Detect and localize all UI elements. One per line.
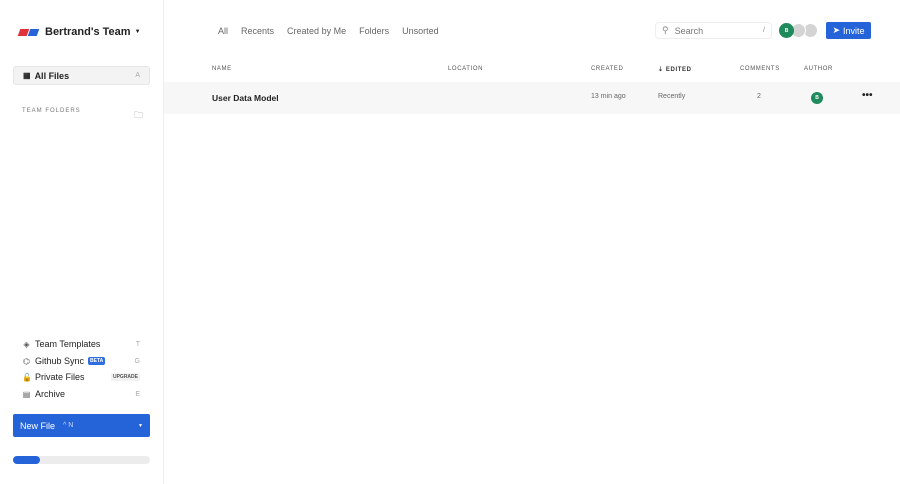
filter-tabs: All Recents Created by Me Folders Unsort… <box>218 26 439 36</box>
team-logo-icon <box>17 28 40 36</box>
shortcut-key: E <box>135 390 140 398</box>
author-avatar: B <box>811 92 823 104</box>
item-label: Team Templates <box>35 339 101 349</box>
search-shortcut: / <box>763 27 765 34</box>
table-row[interactable]: User Data Model 13 min ago Recently 2 B … <box>164 82 900 114</box>
shortcut-key: G <box>134 357 140 365</box>
search-input[interactable] <box>674 25 755 36</box>
column-header-location[interactable]: LOCATION <box>448 66 483 72</box>
file-name[interactable]: User Data Model <box>212 93 279 103</box>
grid-icon: ▦ <box>23 71 31 80</box>
search-icon: ⚲ <box>662 25 669 35</box>
invite-label: Invite <box>843 25 865 36</box>
chevron-down-icon[interactable]: ▼ <box>138 423 143 429</box>
sidebar-item-team-templates[interactable]: ◈ Team Templates T <box>22 339 140 349</box>
avatar[interactable]: B <box>779 23 794 38</box>
sidebar-item-archive[interactable]: ▤ Archive E <box>22 389 140 399</box>
tab-all[interactable]: All <box>218 26 228 36</box>
tab-unsorted[interactable]: Unsorted <box>402 26 439 36</box>
shortcut-key: ^ N <box>63 422 74 429</box>
layers-icon: ◈ <box>23 339 30 349</box>
team-folders-header: TEAM FOLDERS 🗀 <box>22 108 144 124</box>
new-file-label: New File <box>20 420 56 431</box>
shortcut-key: T <box>135 340 140 348</box>
edited-label: EDITED <box>665 67 692 73</box>
column-header-edited[interactable]: ⇣ EDITED <box>658 66 692 73</box>
chevron-down-icon: ▼ <box>134 29 141 35</box>
column-header-comments[interactable]: COMMENTS <box>740 66 780 72</box>
tab-recents[interactable]: Recents <box>241 26 274 36</box>
team-name: Bertrand's Team <box>45 26 131 38</box>
item-label: Github Sync <box>35 356 85 366</box>
usage-progress-fill <box>13 456 41 464</box>
file-created: 13 min ago <box>591 93 626 100</box>
more-options-icon[interactable]: ••• <box>862 90 873 101</box>
sort-icon: ⇣ <box>658 67 666 73</box>
sidebar-item-private-files[interactable]: 🔓 Private Files UPGRADE <box>22 372 140 382</box>
sidebar-item-all-files[interactable]: ▦ All Files A <box>13 66 150 85</box>
column-header-author[interactable]: AUTHOR <box>804 66 833 72</box>
upgrade-badge[interactable]: UPGRADE <box>110 373 140 381</box>
item-label: Private Files <box>35 372 85 382</box>
github-icon: ⌬ <box>23 356 30 366</box>
sidebar-item-github-sync[interactable]: ⌬ Github Sync BETA G <box>22 356 140 366</box>
archive-icon: ▤ <box>22 389 31 399</box>
add-folder-icon[interactable]: 🗀 <box>134 108 144 124</box>
column-header-created[interactable]: CREATED <box>591 66 623 72</box>
tab-folders[interactable]: Folders <box>359 26 389 36</box>
item-label: Archive <box>35 389 66 399</box>
file-comments: 2 <box>757 93 761 100</box>
column-header-name[interactable]: NAME <box>212 66 232 72</box>
team-folders-label: TEAM FOLDERS <box>22 108 81 114</box>
lock-icon: 🔓 <box>22 372 32 382</box>
send-icon: ➤ <box>832 25 841 35</box>
all-files-label: All Files <box>34 70 70 81</box>
file-edited: Recently <box>658 93 686 100</box>
shortcut-key: A <box>135 72 140 79</box>
tab-created-by-me[interactable]: Created by Me <box>287 26 346 36</box>
new-file-button[interactable]: New File ^ N ▼ <box>13 414 150 437</box>
team-switcher[interactable]: Bertrand's Team ▼ <box>17 26 141 38</box>
invite-button[interactable]: ➤ Invite <box>826 22 871 39</box>
beta-badge: BETA <box>88 357 106 365</box>
search-box[interactable]: ⚲ / <box>655 22 772 39</box>
usage-progress-bar <box>13 456 150 464</box>
sidebar: Bertrand's Team ▼ ▦ All Files A TEAM FOL… <box>0 0 164 484</box>
